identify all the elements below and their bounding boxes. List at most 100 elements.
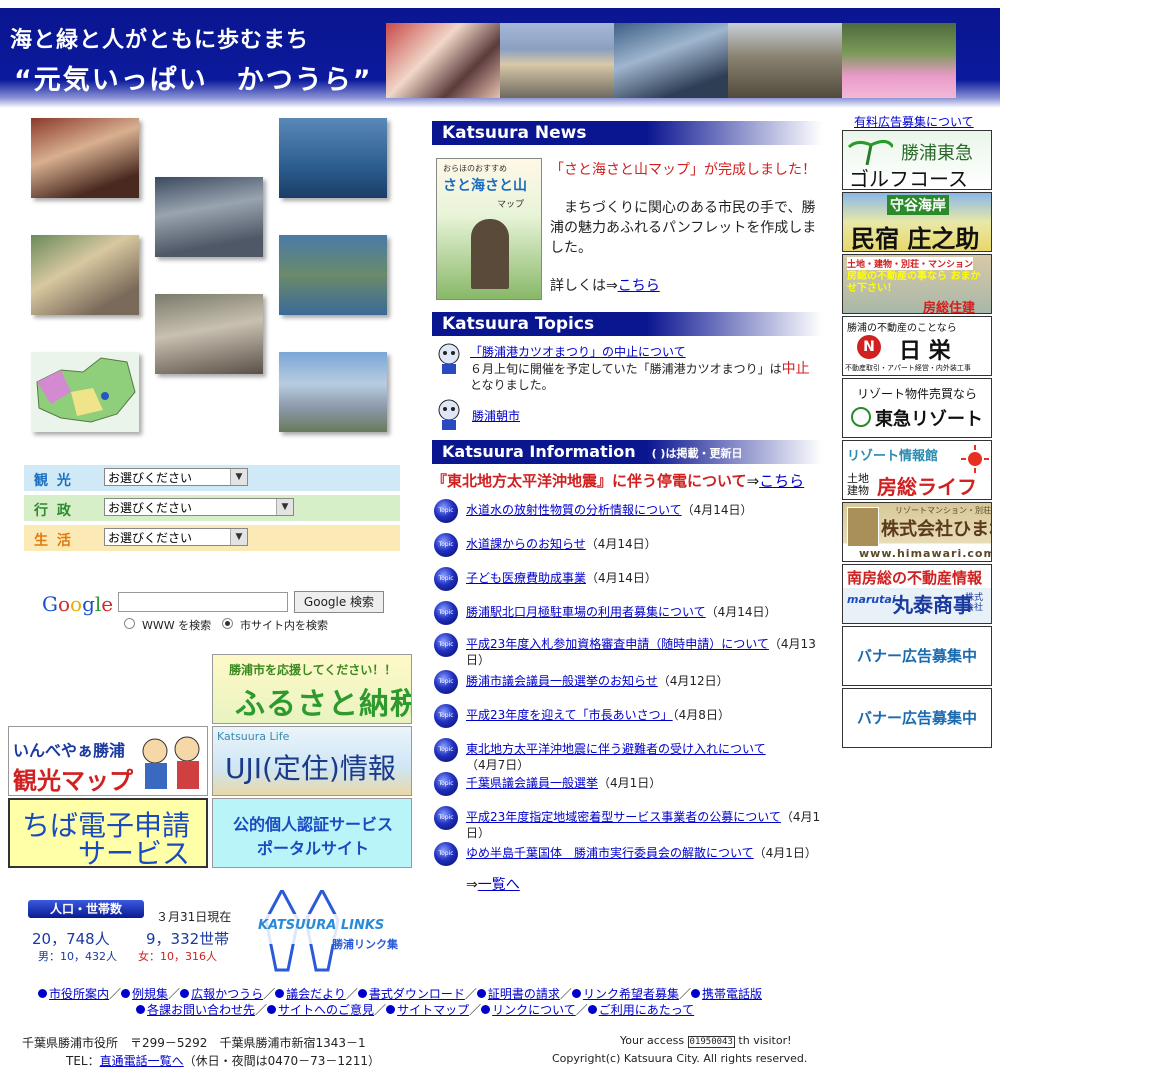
ad-minshuku-shonosuke[interactable]: 守谷海岸 民宿 庄之助 [842, 192, 992, 252]
footer-link[interactable]: 携帯電話版 [702, 987, 762, 1001]
ad-recruit-link[interactable]: 有料広告募集について [854, 115, 974, 129]
radio-site[interactable] [222, 618, 233, 629]
uji-living-banner[interactable]: Katsuura Life UJI(定住)情報 [212, 726, 412, 796]
photo-city-map[interactable] [31, 352, 139, 432]
alert-arrow: ⇒ [746, 472, 760, 490]
footer-link[interactable]: サイトマップ [397, 1003, 469, 1017]
topic-item-2: 勝浦朝市 [472, 407, 520, 424]
list-more-link[interactable]: 一覧へ [478, 877, 520, 893]
bullet-icon [690, 989, 700, 998]
header-photo-market [728, 23, 842, 98]
ad-tokyu-golf[interactable]: 勝浦東急 ゴルフコース [842, 130, 992, 190]
information-item-link[interactable]: 子ども医療費助成事業 [466, 571, 586, 585]
footer-separator: ／ [559, 987, 572, 1001]
information-item-link[interactable]: 勝浦駅北口月極駐車場の利用者募集について [466, 605, 706, 619]
footer-link[interactable]: リンク希望者募集 [583, 987, 679, 1001]
topic-link-katsuo-festival[interactable]: 「勝浦港カツオまつり」の中止について [470, 345, 686, 359]
footer-link[interactable]: 証明書の請求 [488, 987, 560, 1001]
tourism-map-banner[interactable]: いんべやぁ勝浦 観光マップ [8, 726, 208, 796]
information-item-link[interactable]: 勝浦市議会議員一般選挙のお知らせ [466, 674, 658, 688]
footer-separator: ／ [374, 1003, 387, 1017]
topic-icon: Topic [434, 601, 458, 625]
footer-link[interactable]: 議会だより [286, 987, 346, 1001]
information-item-link[interactable]: 水道水の放射性物質の分析情報について [466, 503, 682, 517]
information-item: 平成23年度入札参加資格審査申請（随時申請）について（4月13日） [466, 636, 826, 668]
news-more-link[interactable]: こちら [618, 278, 660, 294]
ad-jyuken-line3: 房総の不動産の事なら おまかせ下さい！ [847, 271, 981, 294]
information-item-link[interactable]: 東北地方太平洋沖地震に伴う避難者の受け入れについて [466, 742, 766, 756]
category-label-living: 生 活 [34, 533, 73, 549]
ad-nichiei[interactable]: 勝浦の不動産のことなら N 日 栄 不動産取引・アパート経営・内外装工事 [842, 316, 992, 376]
alert-link[interactable]: こちら [759, 472, 804, 490]
information-item-link[interactable]: 水道課からのお知らせ [466, 537, 586, 551]
footer-link[interactable]: リンクについて [492, 1003, 576, 1017]
footer-link[interactable]: 各課お問い合わせ先 [147, 1003, 255, 1017]
photo-fish-market[interactable] [155, 177, 263, 257]
sun-icon [961, 445, 989, 473]
information-item-link[interactable]: ゆめ半島千葉国体 勝浦市実行委員会の解散について [466, 846, 754, 860]
footer-separator: ／ [575, 1003, 588, 1017]
photo-harbor-aerial[interactable] [279, 235, 387, 315]
photo-morning-market[interactable] [31, 235, 139, 315]
information-item-link[interactable]: 千葉県議会議員一般選挙 [466, 776, 598, 790]
public-auth-portal-banner[interactable]: 公的個人認証サービス ポータルサイト [212, 798, 412, 868]
footer-link[interactable]: 市役所案内 [49, 987, 109, 1001]
ad-jyuken-line1: 土地・建物・別荘・マンション [847, 257, 974, 270]
ad-boso-jyuken[interactable]: 土地・建物・別荘・マンション 房総の不動産の事なら おまかせ下さい！ 房総住建 [842, 254, 992, 314]
furusato-tax-banner[interactable]: 勝浦市を応援してください！！ ふるさと納税 [212, 654, 412, 724]
information-item-link[interactable]: 平成23年度入札参加資格審査申請（随時申請）について [466, 637, 769, 651]
information-item-date: （4月1日） [753, 846, 817, 860]
administration-select[interactable]: お選びください ▼ [104, 498, 294, 516]
ad-boso-life[interactable]: リゾート情報館 土地 建物 房総ライフ [842, 440, 992, 500]
population-male: 男：10，432人 [38, 950, 117, 963]
photo-parade[interactable] [155, 294, 263, 374]
footer-separator: ／ [109, 987, 122, 1001]
footer-link[interactable]: ご利用にあたって [599, 1003, 694, 1017]
population-badge: 人口・世帯数 [28, 900, 144, 918]
footer-link[interactable]: 広報かつうら [191, 987, 263, 1001]
photo-underwater-tower[interactable] [279, 118, 387, 198]
ad-himawari-line2: 株式会社ひまわり [881, 519, 991, 540]
information-item-date: （4月14日） [585, 537, 657, 551]
google-search-button[interactable]: Google 検索 [294, 591, 384, 613]
search-input[interactable] [118, 592, 288, 612]
footer-link[interactable]: 例規集 [132, 987, 168, 1001]
living-select[interactable]: お選びください ▼ [104, 528, 248, 546]
photo-festival[interactable] [31, 118, 139, 198]
information-item-date: （4月12日） [657, 674, 729, 688]
ad-recruit-slot-2[interactable]: バナー広告募集中 [842, 688, 992, 748]
uji-banner-subtitle: Katsuura Life [217, 730, 290, 743]
topic-link-morning-market[interactable]: 勝浦朝市 [472, 409, 520, 423]
ad-golf-line1: 勝浦東急 [901, 143, 973, 164]
uji-banner-title: UJI(定住)情報 [225, 752, 396, 785]
katsuura-links-banner[interactable]: KATSUURA LINKS 勝浦リンク集 [252, 886, 414, 972]
information-item-link[interactable]: 平成23年度を迎えて「市長あいさつ」 [466, 708, 673, 722]
population-date: ３月31日現在 [156, 910, 232, 924]
information-item: 東北地方太平洋沖地震に伴う避難者の受け入れについて （4月7日） [466, 741, 826, 773]
bullet-icon [267, 1005, 277, 1014]
information-item-link[interactable]: 平成23年度指定地域密着型サービス事業者の公募について [466, 810, 781, 824]
alert-text: 『東北地方太平洋沖地震』に伴う停電について [432, 472, 747, 490]
topic-desc-1: ６月上旬に開催を予定していた「勝浦港カツオまつり」は中止となりました。 [470, 361, 820, 393]
information-item-date: （4月1日） [598, 776, 662, 790]
ad-recruit-slot-1[interactable]: バナー広告募集中 [842, 626, 992, 686]
bullet-icon [357, 989, 367, 998]
tourism-select[interactable]: お選びください ▼ [104, 468, 248, 486]
top-strip [0, 0, 1000, 14]
footer-link[interactable]: 書式ダウンロード [369, 987, 465, 1001]
chiba-e-application-banner[interactable]: ちば電子申請 サービス [8, 798, 208, 868]
photo-city-hall[interactable] [279, 352, 387, 432]
footer-separator: ／ [464, 987, 477, 1001]
population-female: 女：10，316人 [138, 950, 217, 963]
ad-marutai[interactable]: 南房総の不動産情報 marutai 丸泰商事 株式会社 [842, 564, 992, 624]
tourism-select-value: お選びください [108, 471, 193, 485]
ad-himawari[interactable]: リゾートマンション・別荘 株式会社ひまわり www.himawari.com [842, 502, 992, 562]
footer-tel-link[interactable]: 直通電話一覧へ [100, 1054, 184, 1068]
map-pamphlet-cover[interactable]: おらほのおすすめ さと海さと山 マップ [436, 158, 542, 300]
ad-tokyu-resort[interactable]: リゾート物件売買なら 東急リゾート [842, 378, 992, 438]
news-title: 「さと海さと山マップ」が完成しました！ [550, 162, 816, 178]
footer-link[interactable]: サイトへのご意見 [278, 1003, 374, 1017]
cover-title: さと海さと山 [443, 178, 527, 194]
radio-www[interactable] [124, 618, 135, 629]
header-photo-fish [614, 23, 728, 98]
